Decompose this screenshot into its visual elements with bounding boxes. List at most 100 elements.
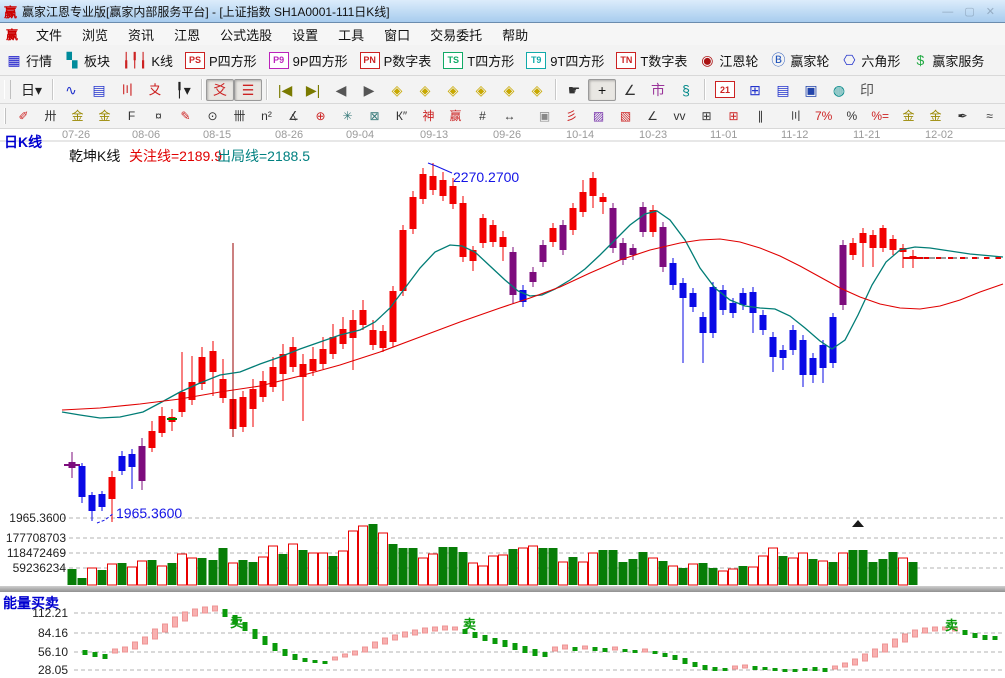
fan-lines-button[interactable]: 彡	[558, 106, 585, 127]
cycle-tool-button[interactable]: §	[672, 79, 700, 101]
k-marks-button[interactable]: К″	[388, 106, 415, 127]
9p-square-button[interactable]: P99P四方形	[263, 48, 354, 73]
pane-splitter[interactable]	[0, 586, 1005, 592]
grid-b-button[interactable]: ⊞	[720, 106, 747, 127]
save-screen-button[interactable]: ▣	[797, 79, 825, 101]
circle-cross-button[interactable]: ⊕	[307, 106, 334, 127]
9t-square-button[interactable]: T99T四方形	[520, 48, 610, 73]
nav-prev-button[interactable]: ◀	[327, 79, 355, 101]
menu-item-5[interactable]: 设置	[282, 23, 328, 46]
web-grid-button[interactable]: ⊠	[361, 106, 388, 127]
ruler-pen-button[interactable]: ✎	[172, 106, 199, 127]
shen-grid-button[interactable]: 神	[415, 106, 442, 127]
brush-button[interactable]: ✐	[10, 106, 37, 127]
p-square-button[interactable]: PSP四方形	[179, 48, 263, 73]
diamond-expand-button[interactable]: ◈	[439, 79, 467, 101]
chart-canvas[interactable]	[0, 129, 1005, 678]
volume-bar	[609, 550, 618, 585]
t-square-button[interactable]: TST四方形	[437, 48, 520, 73]
wave-tool-button[interactable]: ≈	[976, 106, 1003, 127]
winner-service-button[interactable]: $赢家服务	[906, 48, 990, 73]
frame-tool-button[interactable]: ▣	[531, 106, 558, 127]
hexagon-button[interactable]: ⎔六角形	[835, 48, 906, 73]
percent-button[interactable]: %	[838, 106, 865, 127]
n-squared-button[interactable]: n²	[253, 106, 280, 127]
menu-item-7[interactable]: 窗口	[374, 23, 420, 46]
calculator-button[interactable]: ⊞	[741, 79, 769, 101]
star-web-button[interactable]: ✳	[334, 106, 361, 127]
percent-levels-button[interactable]: %=	[865, 106, 895, 127]
menu-item-2[interactable]: 资讯	[118, 23, 164, 46]
diamond-star-button[interactable]: ◈	[495, 79, 523, 101]
kline-button[interactable]: ╽╿╽K线	[116, 48, 179, 73]
chart-area[interactable]: 日K线 乾坤K线 关注线=2189.9 出局线=2188.5 07-2608-0…	[0, 129, 1005, 678]
pen-flag-button[interactable]: ✒	[949, 106, 976, 127]
print-tool-button[interactable]: 印	[853, 79, 881, 101]
f-grid-button[interactable]: F	[118, 106, 145, 127]
percent-retrace-button[interactable]: 7%	[809, 106, 838, 127]
volume-levels-button[interactable]: 〣	[782, 106, 809, 127]
ying-grid-button[interactable]: 赢	[442, 106, 469, 127]
candle-picker-button[interactable]: ╿▾	[169, 79, 197, 101]
maximize-button[interactable]: ▢	[964, 6, 978, 18]
winner-wheel-button[interactable]: Ⓑ赢家轮	[764, 48, 835, 73]
p-number-table-button[interactable]: PNP数字表	[354, 48, 438, 73]
menu-item-3[interactable]: 江恩	[164, 23, 210, 46]
market-profile-button[interactable]: ☰	[234, 79, 262, 101]
energy-axis-label: 28.05	[2, 663, 68, 677]
diamond-left-button[interactable]: ◈	[383, 79, 411, 101]
angle-pen-button[interactable]: ∠	[639, 106, 666, 127]
nav-next-button[interactable]: ▶	[355, 79, 383, 101]
gann-wheel-button[interactable]: ◉江恩轮	[693, 48, 764, 73]
parallel-lines-button[interactable]: ∥	[747, 106, 774, 127]
width-tool-button[interactable]: ↔	[496, 106, 523, 127]
sectors-button[interactable]: ▚板块	[58, 48, 116, 73]
gann-flower-button[interactable]: 市	[644, 79, 672, 101]
info-note-button[interactable]: ▤	[85, 79, 113, 101]
t-number-table-button[interactable]: TNT数字表	[610, 48, 693, 73]
gold-levels-button[interactable]: 金	[922, 106, 949, 127]
calendar-button[interactable]: 21	[709, 78, 741, 101]
diamond-cross-button[interactable]: ◈	[467, 79, 495, 101]
sectors-icon: ▚	[64, 52, 80, 68]
qiankun-zigzag-button[interactable]: 爻	[206, 79, 234, 101]
nav-last-button[interactable]: ▶|	[299, 79, 327, 101]
gold-grid-2-button[interactable]: 金	[91, 106, 118, 127]
minimize-button[interactable]: —	[942, 6, 957, 18]
window-controls[interactable]: — ▢ ✕	[942, 5, 999, 18]
trend-wave-button[interactable]: ∿	[57, 79, 85, 101]
circle-grid-button[interactable]: ⊙	[199, 106, 226, 127]
menu-item-6[interactable]: 工具	[328, 23, 374, 46]
menu-item-1[interactable]: 浏览	[72, 23, 118, 46]
menu-item-9[interactable]: 帮助	[492, 23, 538, 46]
angle-a-button[interactable]: ∡	[280, 106, 307, 127]
menu-item-0[interactable]: 文件	[26, 23, 72, 46]
menu-item-4[interactable]: 公式选股	[210, 23, 282, 46]
menu-item-8[interactable]: 交易委托	[420, 23, 492, 46]
comb-grid-2-button[interactable]: 卌	[226, 106, 253, 127]
gold-circle-button[interactable]: 金	[895, 106, 922, 127]
volume-axis-label: 118472469	[2, 546, 66, 560]
spiral-button[interactable]: ¤	[145, 106, 172, 127]
candle-body	[400, 230, 407, 291]
nav-first-button[interactable]: |◀	[271, 79, 299, 101]
v-wave-button[interactable]: vv	[666, 106, 693, 127]
comb-grid-button[interactable]: 卅	[37, 106, 64, 127]
notepad-button[interactable]: ▤	[769, 79, 797, 101]
gold-grid-1-button[interactable]: 金	[64, 106, 91, 127]
box-fan-button[interactable]: ▧	[612, 106, 639, 127]
grid-a-button[interactable]: ⊞	[693, 106, 720, 127]
diamond-compress-button[interactable]: ◈	[523, 79, 551, 101]
diamond-right-button[interactable]: ◈	[411, 79, 439, 101]
hand-tool-button[interactable]: ☛	[560, 79, 588, 101]
chart-3-button[interactable]: 〣	[113, 79, 141, 101]
chart-9-button[interactable]: 〩	[141, 79, 169, 101]
net-tool-button[interactable]: ◍	[825, 79, 853, 101]
grid-123-button[interactable]: #	[469, 106, 496, 127]
quotes-button[interactable]: ▦行情	[0, 48, 58, 73]
angle-measure-button[interactable]: ∠	[616, 79, 644, 101]
close-button[interactable]: ✕	[986, 6, 999, 18]
k-style-picker-button[interactable]: 日▾	[15, 79, 48, 101]
crosshair-tool-button[interactable]: +	[588, 79, 616, 101]
fan-box-button[interactable]: ▨	[585, 106, 612, 127]
